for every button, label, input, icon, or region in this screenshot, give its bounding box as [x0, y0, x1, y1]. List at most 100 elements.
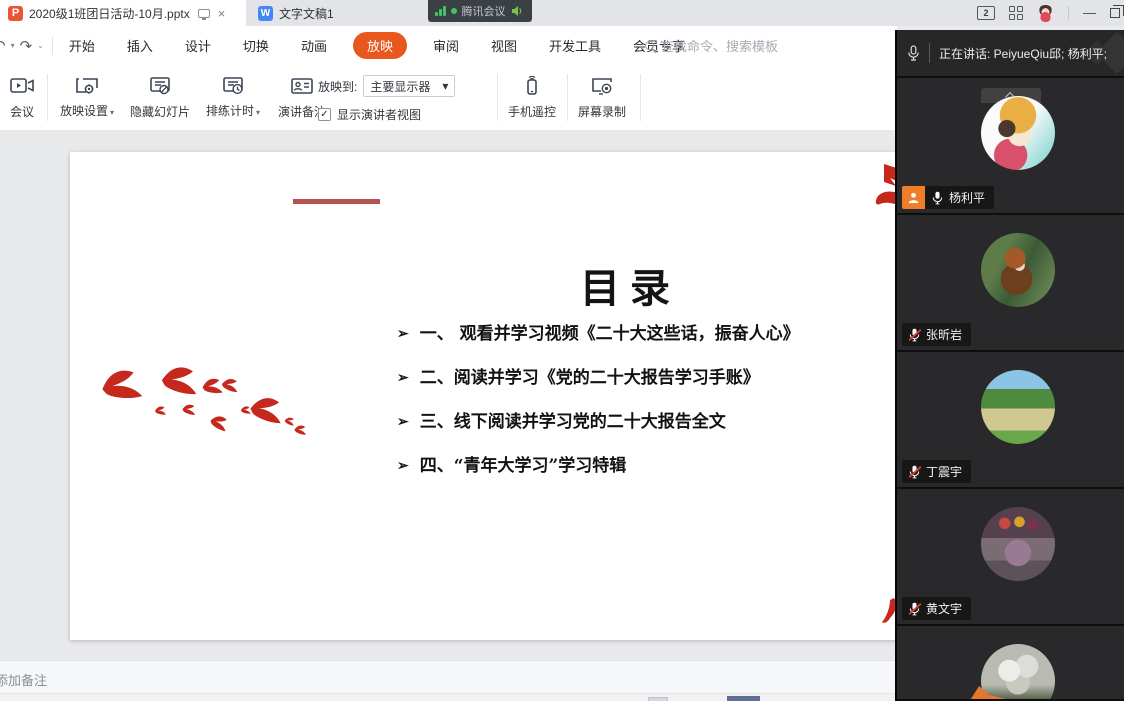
meeting-button[interactable]: 会议 [0, 71, 44, 123]
show-settings-button[interactable]: 放映设置▾ [52, 71, 122, 123]
app-grid-icon[interactable] [1009, 6, 1023, 20]
display-target-dropdown[interactable]: 主要显示器 ▾ [363, 75, 455, 97]
menu-animations[interactable]: 动画 [295, 32, 333, 59]
participant-name: 张昕岩 [926, 326, 962, 343]
arrow-bullet-icon: ➢ [397, 456, 409, 477]
toolbar-divider [47, 74, 48, 121]
titlebar: P 2020级1班团日活动-10月.pptx × W 文字文稿1 腾讯会议 2 … [0, 0, 1124, 26]
search-placeholder: 查找命令、搜索模板 [661, 36, 778, 55]
hide-slide-button[interactable]: 隐藏幻灯片 [124, 71, 196, 123]
arrow-bullet-icon: ➢ [397, 368, 409, 389]
presenter-view-checkbox[interactable]: ✓ [318, 108, 331, 121]
participant-avatar [981, 233, 1055, 307]
undo-icon[interactable]: ↶ [0, 37, 6, 55]
person-icon [907, 191, 920, 204]
wps-presentation-icon: P [8, 6, 23, 21]
statusbar-item[interactable] [648, 697, 668, 701]
phone-remote-button[interactable]: 手机遥控 [501, 71, 563, 123]
slideshow-toolbar: 会议 放映设置▾ 隐藏幻灯片 排练计时▾ [0, 65, 897, 130]
slide-title[interactable]: 目录 [510, 256, 750, 314]
participant-avatar [981, 96, 1055, 170]
mic-muted-icon [908, 602, 921, 616]
phone-remote-icon [519, 74, 545, 98]
participant-name-row: 黄文宇 [902, 597, 971, 620]
window-count-icon[interactable]: 2 [977, 6, 995, 20]
menu-slideshow-active[interactable]: 放映 [353, 32, 407, 59]
microphone-icon [907, 45, 920, 61]
meeting-panel: 正在讲话: PeiyueQiu邱; 杨利平; 杨利平 [895, 30, 1124, 701]
redo-icon[interactable]: ↷ [20, 37, 33, 55]
notes-pane[interactable]: 添加备注 [0, 660, 897, 693]
arrow-bullet-icon: ➢ [397, 412, 409, 433]
slide[interactable]: 目录 ➢一、 观看并学习视频《二十大这些话，振奋人心》 ➢二、阅读并学习《党的二… [70, 152, 903, 640]
video-camera-icon [9, 74, 35, 98]
menu-insert[interactable]: 插入 [121, 32, 159, 59]
statusbar-item[interactable] [727, 696, 760, 701]
participant-name: 黄文宇 [926, 600, 962, 617]
tab-presentation[interactable]: P 2020级1班团日活动-10月.pptx × [0, 0, 246, 26]
meeting-speaking-header: 正在讲话: PeiyueQiu邱; 杨利平; [897, 30, 1124, 76]
minimize-button[interactable]: — [1083, 8, 1096, 18]
participant-avatar [981, 644, 1055, 699]
tencent-meeting-pill[interactable]: 腾讯会议 [428, 0, 532, 22]
name-badge: 张昕岩 [902, 323, 971, 346]
restore-button[interactable] [1110, 8, 1120, 18]
name-badge: 黄文宇 [902, 597, 971, 620]
menu-design[interactable]: 设计 [179, 32, 217, 59]
rehearse-timing-button[interactable]: 排练计时▾ [198, 71, 268, 123]
undo-caret-icon[interactable]: ▾ [11, 41, 15, 50]
toc-item-2: ➢二、阅读并学习《党的二十大报告学习手账》 [397, 368, 877, 389]
speaker-notes-icon [289, 74, 315, 98]
menu-developer[interactable]: 开发工具 [543, 32, 607, 59]
menu-view[interactable]: 视图 [485, 32, 523, 59]
slide-canvas[interactable]: 目录 ➢一、 观看并学习视频《二十大这些话，振奋人心》 ➢二、阅读并学习《党的二… [0, 130, 897, 660]
screen-record-button[interactable]: 屏幕录制 [571, 71, 633, 123]
participant-name-row: 张昕岩 [902, 323, 971, 346]
name-badge: 丁震宇 [902, 460, 971, 483]
titlebar-controls: 2 — [977, 0, 1120, 26]
host-badge [902, 186, 925, 209]
command-search[interactable]: 查找命令、搜索模板 [645, 26, 778, 65]
red-birds-decoration [88, 355, 318, 455]
toc-item-3: ➢三、线下阅读并学习党的二十大报告全文 [397, 412, 877, 433]
menu-transitions[interactable]: 切换 [237, 32, 275, 59]
toc-list[interactable]: ➢一、 观看并学习视频《二十大这些话，振奋人心》 ➢二、阅读并学习《党的二十大报… [397, 324, 877, 500]
tab-close-icon[interactable]: × [218, 7, 226, 20]
titlebar-divider [1068, 6, 1069, 20]
slide-accent-bar [293, 199, 380, 204]
display-to-label: 放映到: [318, 78, 357, 95]
participant-tile[interactable]: 黄文宇 [897, 489, 1124, 624]
account-avatar[interactable] [1037, 5, 1054, 22]
mic-muted-icon [908, 465, 921, 479]
presenter-view-label: 显示演讲者视图 [337, 106, 421, 123]
participant-tile[interactable]: 丁震宇 [897, 352, 1124, 487]
participant-tile[interactable] [897, 626, 1124, 699]
signal-bars-icon [435, 6, 446, 16]
toolbar-chevron-icon[interactable]: ⌄ [37, 41, 44, 50]
undo-redo-zone: ↶ ▾ ↷ ⌄ [0, 37, 44, 55]
participant-tile[interactable]: 张昕岩 [897, 215, 1124, 350]
participant-tile[interactable]: 杨利平 [897, 78, 1124, 213]
tab-writer-label: 文字文稿1 [279, 5, 334, 22]
tab-writer-doc[interactable]: W 文字文稿1 [258, 0, 334, 26]
arrow-bullet-icon: ➢ [397, 324, 409, 345]
meeting-pill-label: 腾讯会议 [462, 3, 506, 19]
participant-name: 丁震宇 [926, 463, 962, 480]
speaker-icon [511, 5, 523, 17]
mic-muted-icon [908, 328, 921, 342]
caret-down-icon: ▾ [442, 79, 448, 93]
speaking-status-text: 正在讲话: PeiyueQiu邱; 杨利平; [939, 45, 1107, 62]
menu-review[interactable]: 审阅 [427, 32, 465, 59]
meeting-status-dot [451, 8, 457, 14]
ribbon-menu: ↶ ▾ ↷ ⌄ 开始 插入 设计 切换 动画 放映 审阅 视图 开发工具 会员专… [0, 26, 897, 65]
menu-home[interactable]: 开始 [63, 32, 101, 59]
header-divider [929, 43, 930, 63]
hide-slide-icon [147, 74, 173, 98]
toolbar-divider [567, 74, 568, 121]
presenting-monitor-icon [198, 9, 210, 18]
rehearse-clock-icon [220, 74, 246, 98]
wps-writer-icon: W [258, 6, 273, 21]
caret-down-icon: ▾ [256, 108, 260, 117]
menu-row: 开始 插入 设计 切换 动画 放映 审阅 视图 开发工具 会员专享 [63, 32, 691, 59]
status-bar [0, 693, 897, 701]
